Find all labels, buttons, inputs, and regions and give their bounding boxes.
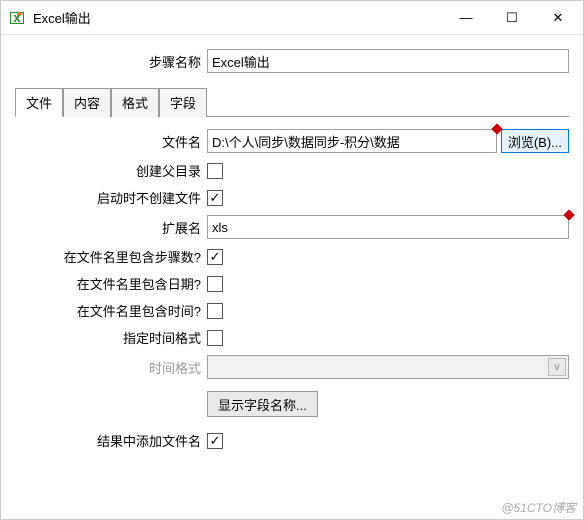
tab-fields[interactable]: 字段 xyxy=(159,88,207,117)
step-name-label: 步骤名称 xyxy=(15,52,207,71)
filename-input[interactable] xyxy=(207,129,497,153)
close-button[interactable]: ✕ xyxy=(535,2,581,34)
include-step-checkbox[interactable] xyxy=(207,249,223,265)
chevron-down-icon: v xyxy=(548,358,566,376)
tabs: 文件 内容 格式 字段 xyxy=(15,87,569,117)
svg-text:x: x xyxy=(13,10,21,25)
create-parent-checkbox[interactable] xyxy=(207,163,223,179)
include-time-label: 在文件名里包含时间? xyxy=(15,301,207,320)
excel-icon: x xyxy=(9,10,25,26)
step-name-input[interactable] xyxy=(207,49,569,73)
no-create-startup-label: 启动时不创建文件 xyxy=(15,188,207,207)
maximize-button[interactable]: ☐ xyxy=(489,2,535,34)
add-to-result-label: 结果中添加文件名 xyxy=(15,431,207,450)
no-create-startup-checkbox[interactable] xyxy=(207,190,223,206)
watermark: @51CTO博客 xyxy=(501,499,576,516)
titlebar: x Excel输出 — ☐ ✕ xyxy=(1,1,583,35)
extension-label: 扩展名 xyxy=(15,218,207,237)
include-step-label: 在文件名里包含步骤数? xyxy=(15,247,207,266)
specify-format-label: 指定时间格式 xyxy=(15,328,207,347)
time-format-select: v xyxy=(207,355,569,379)
browse-button[interactable]: 浏览(B)... xyxy=(501,129,569,153)
tab-format[interactable]: 格式 xyxy=(111,88,159,117)
window: x Excel输出 — ☐ ✕ 步骤名称 文件 内容 格式 字段 文件名 浏览(… xyxy=(0,0,584,520)
time-format-label: 时间格式 xyxy=(15,358,207,377)
tab-content[interactable]: 内容 xyxy=(63,88,111,117)
create-parent-label: 创建父目录 xyxy=(15,161,207,180)
include-date-checkbox[interactable] xyxy=(207,276,223,292)
extension-input[interactable] xyxy=(207,215,569,239)
filename-label: 文件名 xyxy=(15,132,207,151)
include-date-label: 在文件名里包含日期? xyxy=(15,274,207,293)
minimize-button[interactable]: — xyxy=(443,2,489,34)
window-title: Excel输出 xyxy=(33,8,443,27)
show-field-names-button[interactable]: 显示字段名称... xyxy=(207,391,318,417)
specify-format-checkbox[interactable] xyxy=(207,330,223,346)
tab-file[interactable]: 文件 xyxy=(15,88,63,117)
add-to-result-checkbox[interactable] xyxy=(207,433,223,449)
include-time-checkbox[interactable] xyxy=(207,303,223,319)
